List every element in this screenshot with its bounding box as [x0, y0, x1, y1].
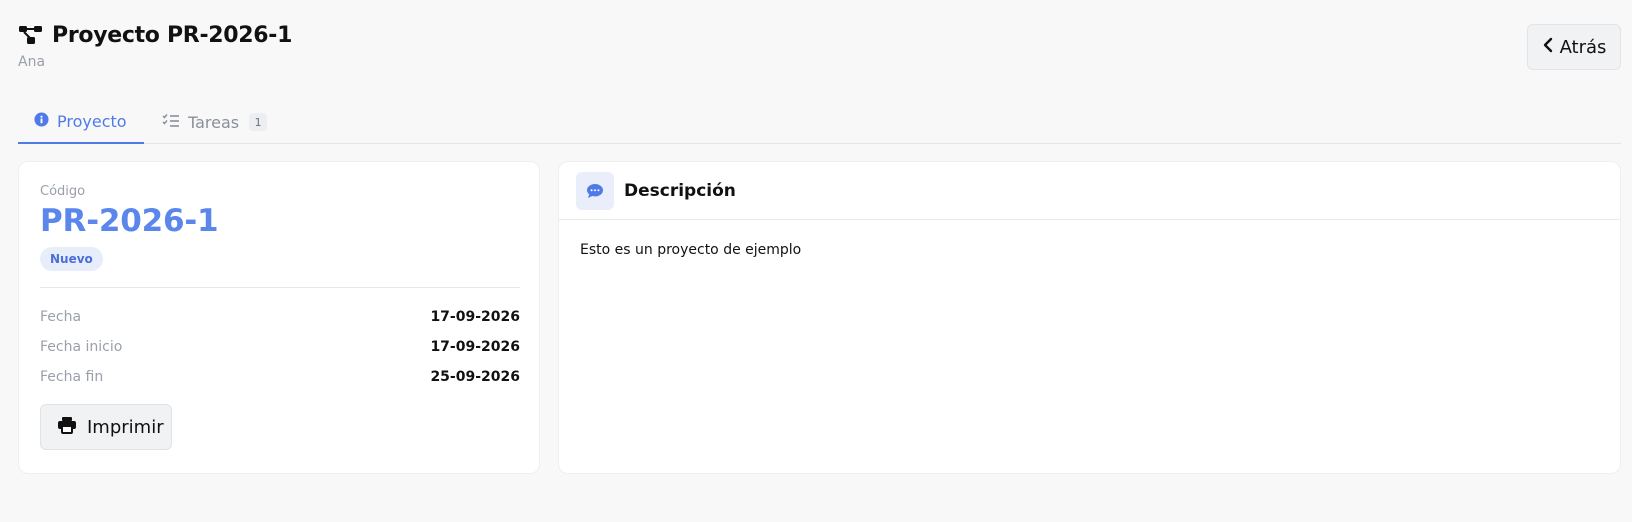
description-card: Descripción Esto es un proyecto de ejemp… — [558, 161, 1621, 474]
info-label: Fecha fin — [40, 369, 104, 385]
task-list-icon — [162, 113, 180, 132]
tab-tareas-count-badge: 1 — [249, 113, 268, 131]
tab-proyecto[interactable]: Proyecto — [18, 100, 144, 144]
tab-proyecto-label: Proyecto — [57, 111, 127, 131]
date-info-list: Fecha 17-09-2026 Fecha inicio 17-09-2026… — [40, 302, 520, 392]
tab-tareas[interactable]: Tareas 1 — [162, 100, 268, 144]
info-value: 25-09-2026 — [430, 369, 520, 385]
back-button-label: Atrás — [1559, 36, 1607, 58]
tab-bar: Proyecto Tareas 1 — [18, 100, 1621, 144]
chat-bubble-icon — [576, 171, 614, 210]
info-label: Fecha inicio — [40, 339, 123, 355]
info-icon — [34, 111, 49, 131]
print-button-label: Imprimir — [87, 416, 164, 438]
project-network-icon — [18, 23, 44, 47]
print-button[interactable]: Imprimir — [40, 404, 172, 450]
code-label: Código — [40, 184, 86, 199]
info-row-fecha-fin: Fecha fin 25-09-2026 — [40, 362, 520, 392]
back-button[interactable]: Atrás — [1527, 24, 1621, 70]
page-subtitle: Ana — [18, 54, 46, 70]
info-label: Fecha — [40, 309, 82, 325]
info-value: 17-09-2026 — [430, 309, 520, 325]
info-row-fecha: Fecha 17-09-2026 — [40, 302, 520, 332]
tab-tareas-label: Tareas — [188, 112, 240, 132]
project-summary-card: Código PR-2026-1 Nuevo Fecha 17-09-2026 … — [18, 161, 540, 474]
description-text: Esto es un proyecto de ejemplo — [580, 242, 802, 258]
description-title: Descripción — [624, 180, 736, 201]
divider — [40, 287, 520, 288]
info-value: 17-09-2026 — [430, 339, 520, 355]
page-title: Proyecto PR-2026-1 — [52, 22, 293, 48]
chevron-left-icon — [1542, 37, 1554, 58]
page-header: Proyecto PR-2026-1 Ana Atrás — [18, 20, 1621, 80]
description-header: Descripción — [559, 162, 1620, 220]
title-row: Proyecto PR-2026-1 — [18, 20, 292, 50]
info-row-fecha-inicio: Fecha inicio 17-09-2026 — [40, 332, 520, 362]
printer-icon — [57, 416, 77, 439]
code-value: PR-2026-1 — [40, 203, 219, 239]
page: Proyecto PR-2026-1 Ana Atrás Proyecto Ta… — [18, 0, 1621, 522]
status-badge: Nuevo — [40, 247, 103, 271]
